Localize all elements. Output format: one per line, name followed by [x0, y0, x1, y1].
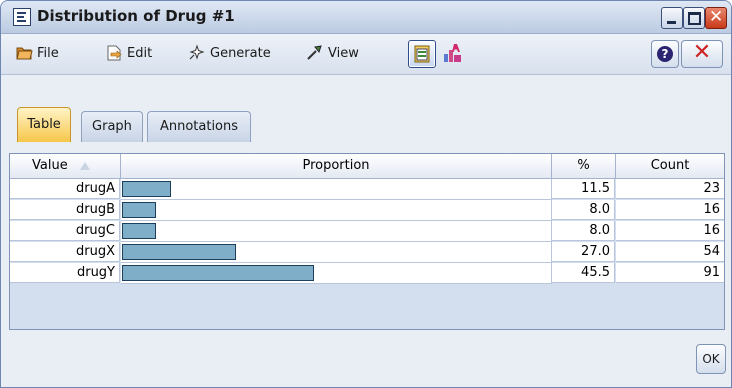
dialog-window: Distribution of Drug #1 ✕ File Edit Gene	[0, 0, 732, 388]
copy-table-button[interactable]	[408, 40, 436, 68]
cell-proportion	[121, 263, 552, 284]
column-header-count[interactable]: Count	[616, 154, 724, 179]
distribution-table: Value Proportion % Count drugA 11.5 23 drug…	[9, 153, 725, 330]
view-icon	[307, 45, 322, 60]
column-header-percent[interactable]: %	[552, 154, 616, 179]
proportion-bar	[122, 223, 156, 239]
cell-count: 91	[616, 263, 724, 283]
column-header-value-label: Value	[32, 158, 68, 173]
cell-proportion	[121, 200, 552, 221]
window-title: Distribution of Drug #1	[37, 7, 235, 25]
title-bar[interactable]: Distribution of Drug #1 ✕	[1, 1, 731, 34]
close-dialog-button[interactable]: ✕	[681, 40, 723, 68]
close-icon: ✕	[709, 7, 724, 27]
copy-table-icon	[414, 45, 430, 63]
cell-count: 16	[616, 200, 724, 220]
tab-graph[interactable]: Graph	[81, 111, 143, 142]
cell-value: drugX	[10, 242, 120, 262]
toolbar: File Edit Generate View ? ✕	[1, 34, 731, 75]
minimize-button[interactable]	[661, 7, 683, 29]
cell-percent: 45.5	[552, 263, 615, 283]
tab-annotations[interactable]: Annotations	[147, 111, 251, 142]
cell-percent: 27.0	[552, 242, 615, 262]
cell-count: 16	[616, 221, 724, 241]
chart-button[interactable]	[439, 40, 465, 66]
close-x-icon: ✕	[692, 40, 712, 65]
chart-icon	[444, 44, 461, 62]
cell-value: drugY	[10, 263, 120, 283]
ok-button[interactable]: OK	[696, 344, 726, 374]
cell-percent: 8.0	[552, 221, 615, 241]
column-header-proportion[interactable]: Proportion	[121, 154, 552, 179]
cell-percent: 11.5	[552, 179, 615, 199]
cell-proportion	[121, 221, 552, 242]
menu-file-label: File	[37, 46, 59, 61]
edit-icon	[107, 45, 122, 61]
menu-edit-label: Edit	[127, 46, 153, 61]
menu-view-label: View	[328, 46, 359, 61]
cell-proportion	[121, 242, 552, 263]
table-window-icon	[13, 8, 31, 26]
proportion-bar	[122, 265, 314, 281]
cell-value: drugA	[10, 179, 120, 199]
column-header-value[interactable]: Value	[10, 154, 121, 179]
file-icon	[16, 47, 33, 60]
cell-percent: 8.0	[552, 200, 615, 220]
help-icon: ?	[657, 46, 673, 62]
maximize-button[interactable]	[683, 7, 705, 29]
tab-strip: Table Graph Annotations	[1, 75, 731, 145]
cell-proportion	[121, 179, 552, 200]
cell-value: drugC	[10, 221, 120, 241]
proportion-bar	[122, 202, 156, 218]
cell-value: drugB	[10, 200, 120, 220]
sort-ascending-icon	[80, 162, 90, 170]
proportion-bar	[122, 244, 236, 260]
proportion-bar	[122, 181, 171, 197]
tab-table[interactable]: Table	[17, 107, 71, 142]
cell-count: 23	[616, 179, 724, 199]
cell-count: 54	[616, 242, 724, 262]
generate-icon	[189, 44, 205, 60]
window-close-button[interactable]: ✕	[705, 7, 727, 29]
maximize-icon	[688, 12, 701, 25]
menu-generate-label: Generate	[210, 46, 271, 61]
help-button[interactable]: ?	[651, 40, 679, 68]
minimize-icon	[667, 21, 676, 24]
